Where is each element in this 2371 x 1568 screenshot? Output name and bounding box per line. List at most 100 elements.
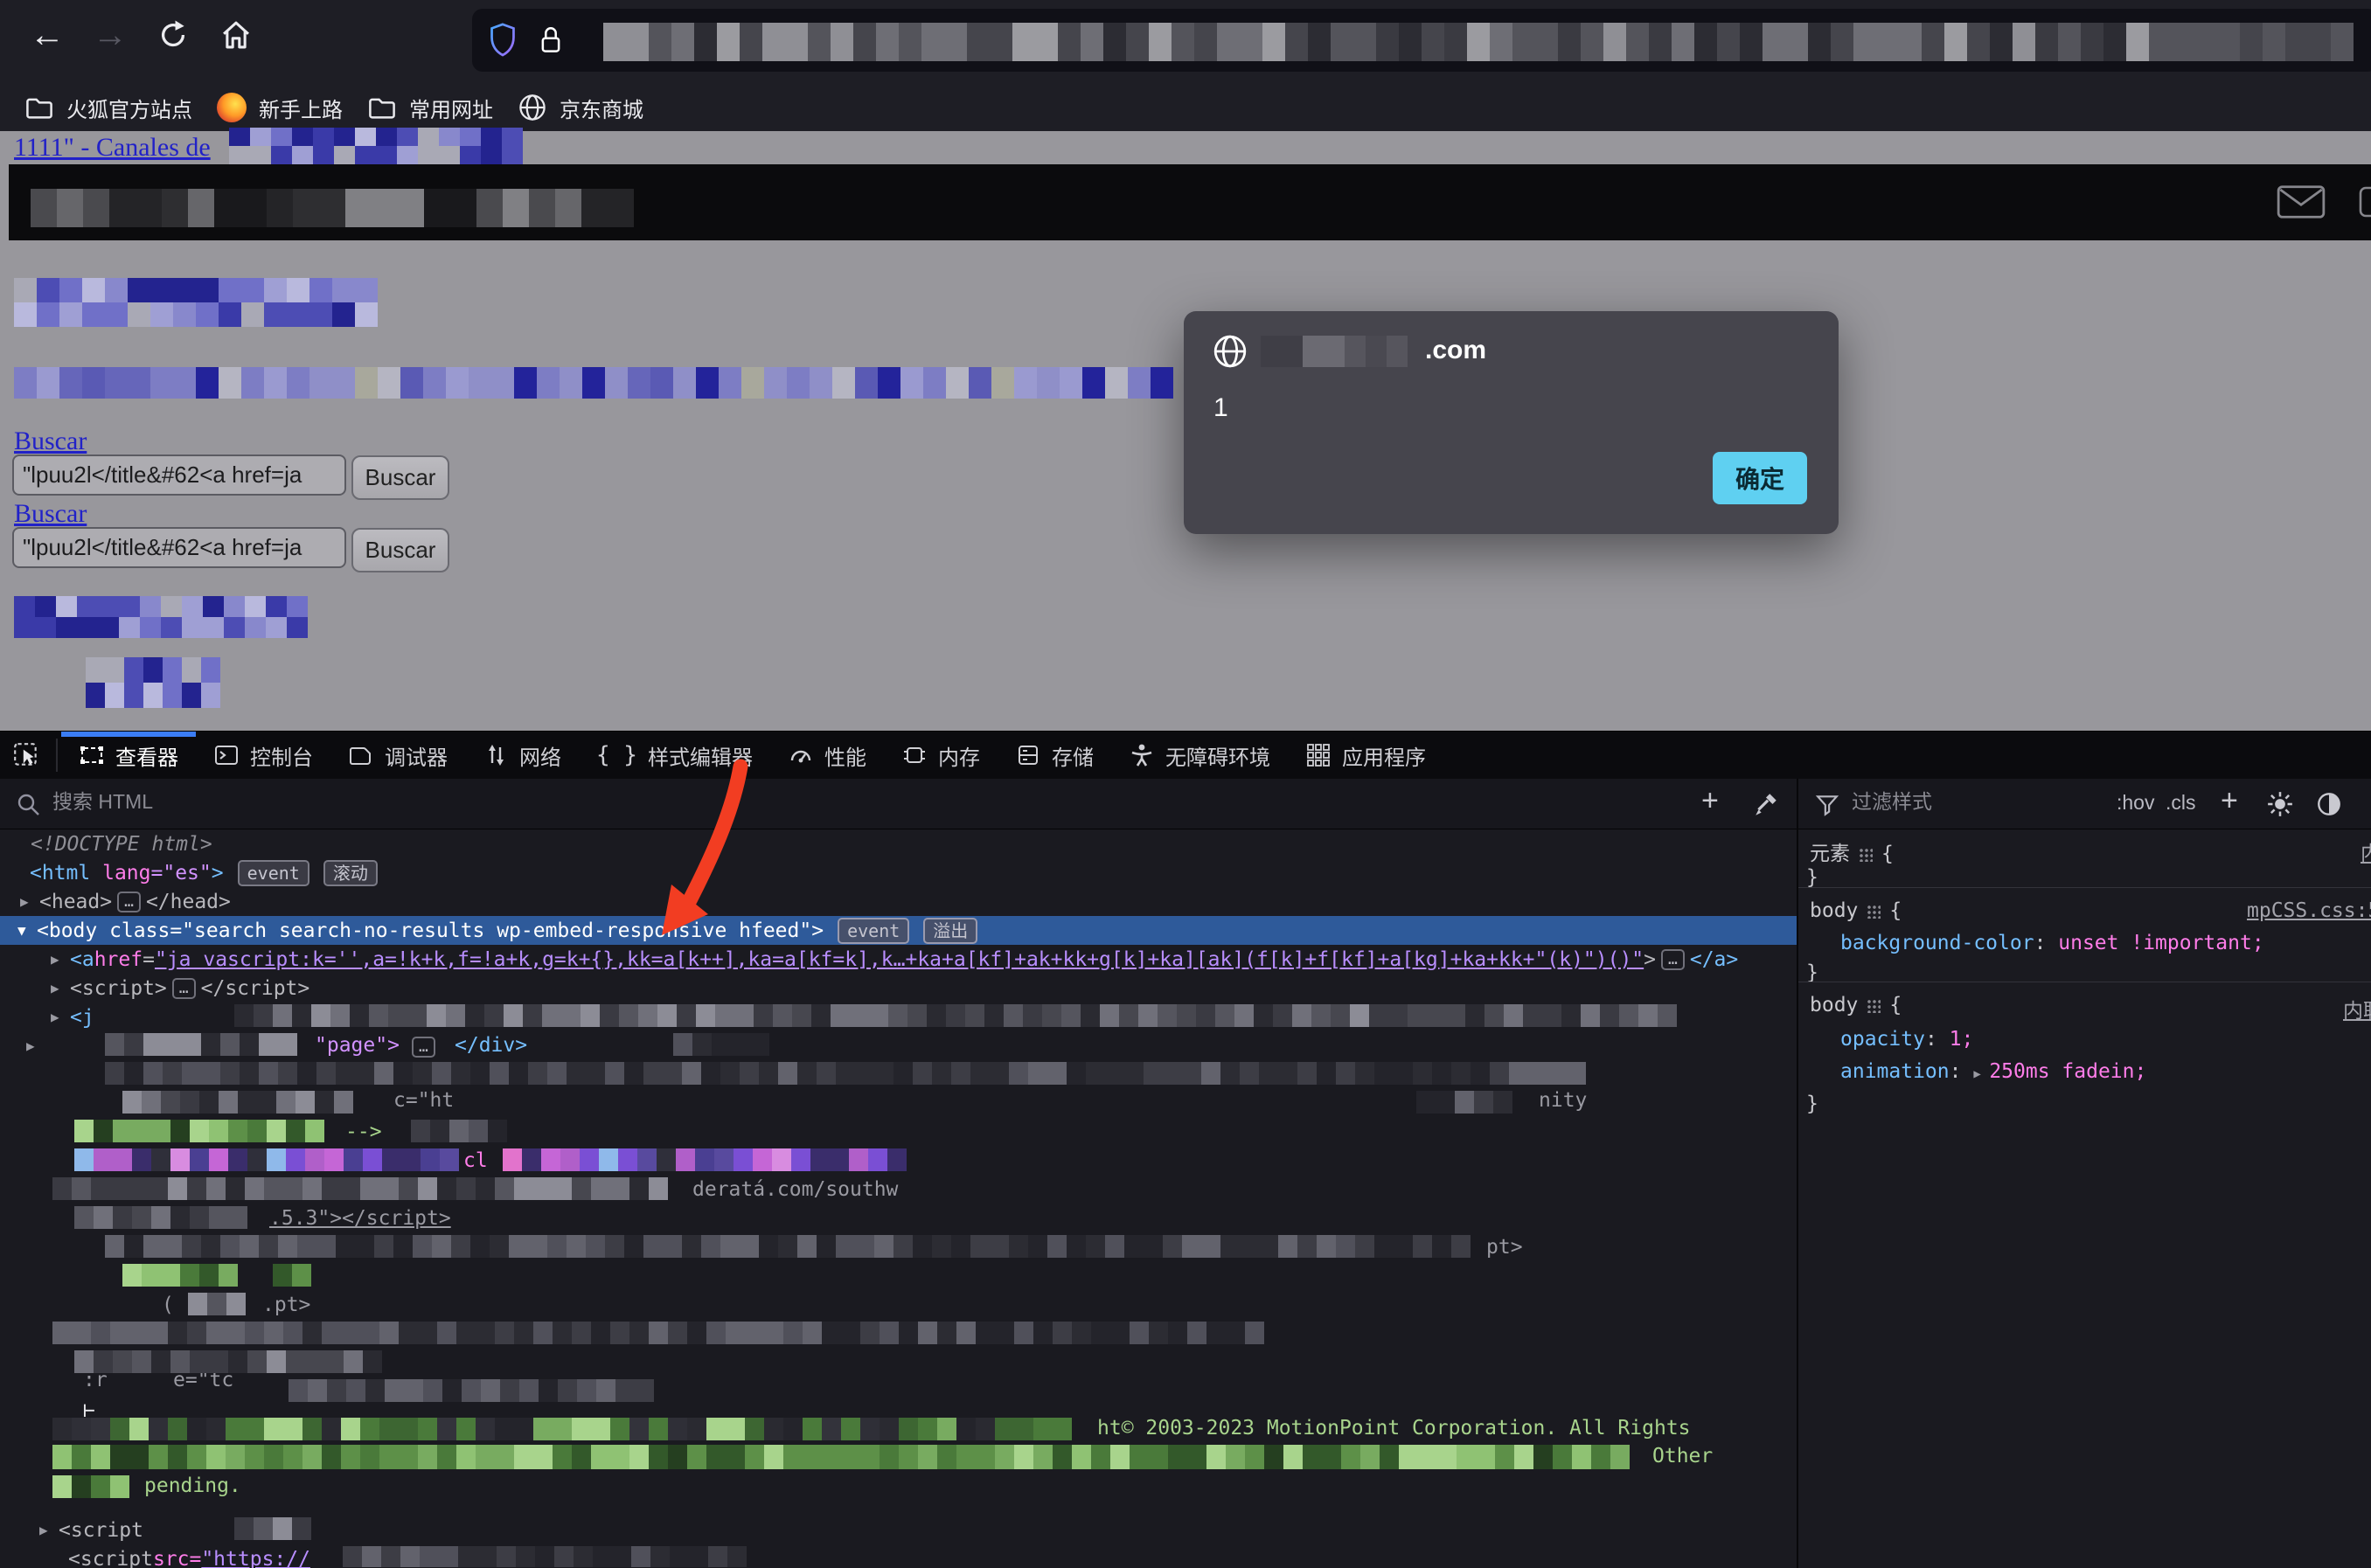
code-fragment: pt> [1486, 1236, 1523, 1259]
expand-twisty[interactable]: ▶ [0, 951, 70, 968]
folder-icon [24, 94, 54, 121]
tab-accessibility[interactable]: 无障碍环境 [1111, 732, 1288, 779]
application-icon [1305, 742, 1332, 768]
tab-application[interactable]: 应用程序 [1288, 732, 1443, 779]
overflow-badge[interactable]: 溢出 [923, 918, 977, 944]
devtools-tab-bar: 查看器 控制台 调试器 网络 { } 样式编辑器 性能 [0, 732, 2371, 779]
tab-debugger[interactable]: 调试器 [330, 732, 465, 779]
buscar-link[interactable]: Buscar [14, 427, 87, 456]
bookmark-folder-common-sites[interactable]: 常用网址 [367, 93, 493, 123]
markup-redacted-node[interactable]: ▶ [0, 1031, 45, 1060]
css-declaration[interactable]: background-color: unset !important; [1840, 932, 2264, 954]
back-button[interactable]: ← [28, 16, 66, 54]
scroll-badge[interactable]: 滚动 [323, 860, 378, 886]
event-badge[interactable]: event [238, 860, 309, 886]
search-html-input[interactable] [51, 789, 841, 815]
expand-twisty[interactable]: ▶ [0, 980, 70, 996]
markup-redacted-node[interactable]: ▶ <j [0, 1003, 94, 1031]
tracking-shield-icon[interactable] [488, 22, 518, 59]
search-icon [16, 792, 42, 818]
ellipsis-chip[interactable]: … [172, 978, 196, 999]
forward-button[interactable]: → [91, 16, 129, 54]
redacted-text-blur [229, 128, 537, 164]
lock-icon[interactable] [537, 23, 565, 58]
markup-anchor-node[interactable]: ▶ <a href="ja vascript:k='',a=!k+k,f=!a+… [0, 945, 1738, 974]
rule-selector[interactable]: body{ [1810, 994, 1902, 1016]
collapse-twisty[interactable]: ▼ [0, 922, 37, 939]
add-rule-button[interactable]: + [2221, 784, 2238, 818]
rule-close-brace: } [1806, 866, 1818, 889]
markup-script-node[interactable]: ▶ <script [0, 1516, 143, 1544]
markup-doctype[interactable]: <!DOCTYPE html> [0, 829, 212, 858]
expand-twisty[interactable]: ▶ [1973, 1067, 1989, 1081]
markup-head-node[interactable]: ▶ <head>…</head> [0, 887, 231, 916]
redacted-text-blur [188, 1293, 251, 1315]
rule-dots-icon [1867, 999, 1881, 1013]
rule-divider [1798, 887, 2371, 888]
redacted-text-blur [74, 1148, 459, 1171]
tab-style-editor[interactable]: { } 样式编辑器 [579, 732, 770, 779]
home-button[interactable] [217, 16, 255, 54]
bookmark-label: 京东商城 [560, 93, 643, 123]
tab-memory[interactable]: 内存 [884, 732, 998, 779]
ellipsis-chip[interactable]: … [117, 892, 141, 912]
ellipsis-chip[interactable]: … [1661, 949, 1685, 970]
redacted-text-blur [86, 657, 233, 708]
tab-performance[interactable]: 性能 [770, 732, 884, 779]
expand-twisty[interactable]: ▶ [0, 1037, 45, 1054]
panel-splitter[interactable] [1797, 779, 1798, 1568]
class-toggle[interactable]: .cls [2166, 791, 2196, 815]
code-fragment: ( [162, 1294, 174, 1316]
search-query-input[interactable] [12, 454, 346, 496]
bookmark-folder-firefox-official[interactable]: 火狐官方站点 [24, 93, 192, 123]
light-theme-icon[interactable] [2266, 790, 2294, 818]
rule-source-link[interactable]: mpCSS.css:5 [2247, 899, 2371, 922]
event-badge[interactable]: event [838, 918, 909, 944]
add-node-button[interactable]: + [1701, 784, 1719, 818]
redacted-text-blur [52, 1418, 1088, 1440]
bookmark-getting-started[interactable]: 新手上路 [217, 93, 343, 123]
contrast-icon[interactable] [2315, 790, 2343, 818]
css-declaration[interactable]: animation: ▶250ms fadein; [1840, 1060, 2146, 1083]
redacted-text-blur [503, 1148, 922, 1171]
comment-fragment: pending. [144, 1474, 241, 1497]
css-declaration[interactable]: opacity: 1; [1840, 1028, 1973, 1051]
rule-selector[interactable]: body{ [1810, 899, 1902, 922]
reload-button[interactable] [154, 16, 192, 54]
redacted-text-blur [105, 1235, 1478, 1258]
tab-storage[interactable]: 存储 [998, 732, 1111, 779]
markup-script-src-node[interactable]: <script src="https:// [0, 1544, 310, 1568]
redacted-text-blur [289, 1379, 664, 1402]
rule-source-link[interactable]: 内联 [2343, 994, 2371, 1023]
markup-html-node[interactable]: <html lang="es"> event 滚动 [0, 858, 378, 887]
comment-fragment: ht© 2003-2023 MotionPoint Corporation. A… [1097, 1417, 1691, 1440]
page-heading-link[interactable]: 1111" - Canales de [14, 133, 211, 163]
tab-console[interactable]: 控制台 [196, 732, 330, 779]
pseudo-class-toggle[interactable]: :hov [2117, 791, 2154, 815]
filter-icon [1815, 793, 1839, 817]
globe-icon [518, 93, 547, 122]
code-fragment: cl [463, 1149, 488, 1172]
markup-body-node-selected[interactable]: ▼ <body class="search search-no-results … [0, 916, 1797, 945]
search-query-input[interactable] [12, 527, 346, 568]
expand-twisty[interactable]: ▶ [0, 893, 39, 910]
redacted-text-blur [411, 1120, 516, 1142]
eyedropper-icon[interactable] [1752, 790, 1780, 818]
tab-inspector[interactable]: 查看器 [61, 732, 196, 779]
rule-selector[interactable]: 元素{ [1810, 836, 1894, 866]
ok-button[interactable]: 确定 [1713, 452, 1807, 504]
rule-source-link[interactable]: 内联 [2361, 836, 2371, 866]
expand-twisty[interactable]: ▶ [0, 1522, 59, 1538]
buscar-link[interactable]: Buscar [14, 499, 87, 529]
markup-script-node[interactable]: ▶ <script>…</script> [0, 974, 309, 1003]
buscar-button[interactable]: Buscar [351, 455, 449, 500]
filter-styles-input[interactable] [1850, 789, 2063, 815]
bookmark-jd[interactable]: 京东商城 [518, 93, 643, 123]
redacted-text-blur [1261, 336, 1416, 367]
tab-network[interactable]: 网络 [465, 732, 579, 779]
bookmark-label: 新手上路 [259, 93, 343, 123]
pick-element-button[interactable] [0, 732, 52, 779]
expand-twisty[interactable]: ▶ [0, 1009, 70, 1025]
redacted-text-blur [122, 1091, 367, 1114]
buscar-button[interactable]: Buscar [351, 528, 449, 572]
